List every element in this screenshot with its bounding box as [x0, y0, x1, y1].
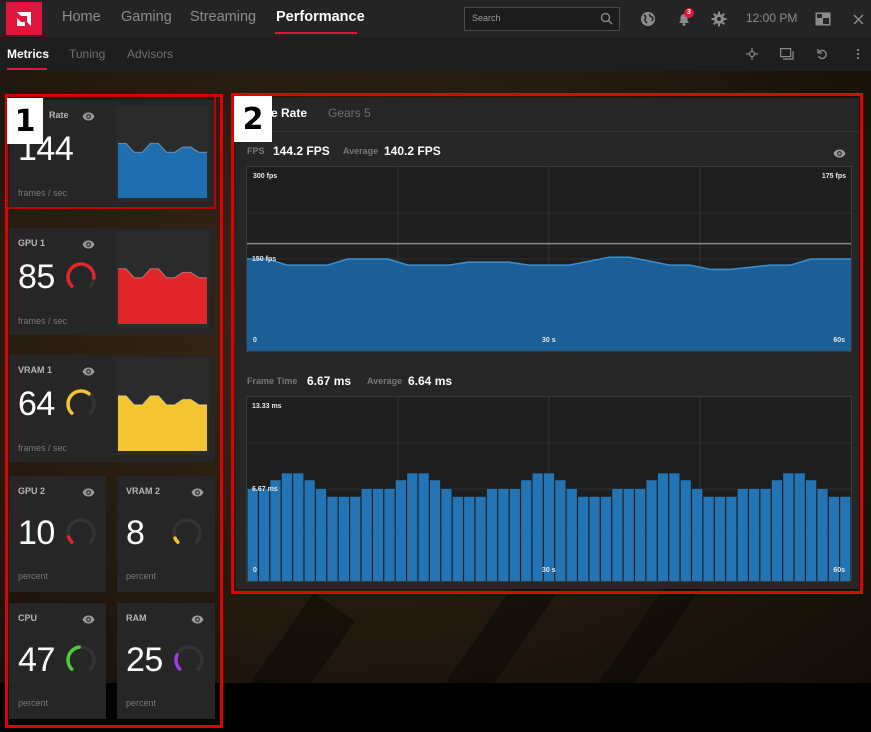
subtab-metrics[interactable]: Metrics: [7, 47, 49, 61]
subtab-tuning[interactable]: Tuning: [69, 47, 105, 61]
search-icon[interactable]: [600, 12, 613, 30]
overlay-window-icon[interactable]: [780, 47, 794, 61]
search-box[interactable]: [464, 7, 620, 31]
nav-tab-home[interactable]: Home: [62, 9, 101, 25]
reset-icon[interactable]: [815, 47, 829, 61]
settings-gear-icon[interactable]: [710, 10, 728, 28]
subtab-advisors[interactable]: Advisors: [127, 47, 173, 61]
annotation-label-1: 1: [7, 98, 43, 144]
nav-active-indicator: [275, 32, 357, 34]
annotation-box-2: [231, 93, 863, 594]
nav-tab-gaming[interactable]: Gaming: [121, 9, 172, 25]
clock: 12:00 PM: [746, 11, 798, 25]
crosshair-icon[interactable]: [745, 47, 759, 61]
close-icon[interactable]: [849, 10, 867, 28]
nav-tab-streaming[interactable]: Streaming: [190, 9, 256, 25]
notification-badge: 3: [684, 8, 694, 18]
subnav-active-indicator: [7, 68, 47, 70]
amd-logo[interactable]: [6, 2, 42, 35]
search-input[interactable]: [472, 13, 592, 23]
globe-icon[interactable]: [639, 10, 657, 28]
top-nav-bar: Home Gaming Streaming Performance 3 12:0…: [0, 0, 871, 37]
sub-nav-bar: Metrics Tuning Advisors: [0, 37, 871, 71]
annotation-label-2: 2: [234, 96, 272, 142]
overlay-layout-icon[interactable]: [814, 10, 832, 28]
nav-tab-performance[interactable]: Performance: [276, 9, 365, 25]
more-options-icon[interactable]: [851, 47, 865, 61]
